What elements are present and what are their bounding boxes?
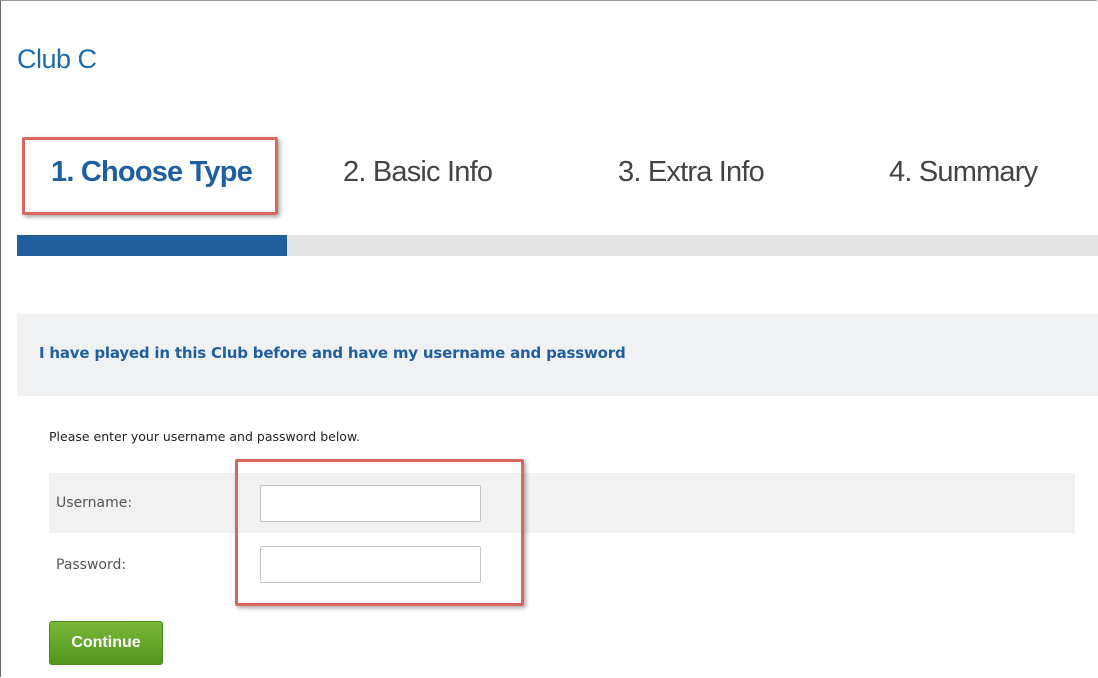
step-summary[interactable]: 4. Summary: [889, 156, 1038, 189]
username-label: Username:: [56, 495, 133, 511]
wizard-progress-fill: [17, 235, 288, 256]
password-row: Password:: [49, 535, 1075, 595]
username-input[interactable]: [260, 485, 481, 522]
password-input[interactable]: [260, 546, 481, 583]
step-extra-info[interactable]: 3. Extra Info: [618, 156, 765, 189]
password-label: Password:: [56, 557, 127, 573]
step-basic-info[interactable]: 2. Basic Info: [343, 156, 493, 189]
username-row: Username:: [49, 473, 1075, 533]
club-title: Club C: [17, 44, 97, 74]
step-choose-type[interactable]: 1. Choose Type: [51, 156, 253, 189]
wizard-progress-bar: [17, 235, 1098, 256]
section-heading: I have played in this Club before and ha…: [39, 344, 626, 362]
login-instructions: Please enter your username and password …: [49, 429, 361, 444]
wizard-steps: 1. Choose Type 2. Basic Info 3. Extra In…: [17, 140, 1098, 220]
continue-button[interactable]: Continue: [49, 621, 163, 665]
returning-player-section: I have played in this Club before and ha…: [17, 314, 1098, 396]
